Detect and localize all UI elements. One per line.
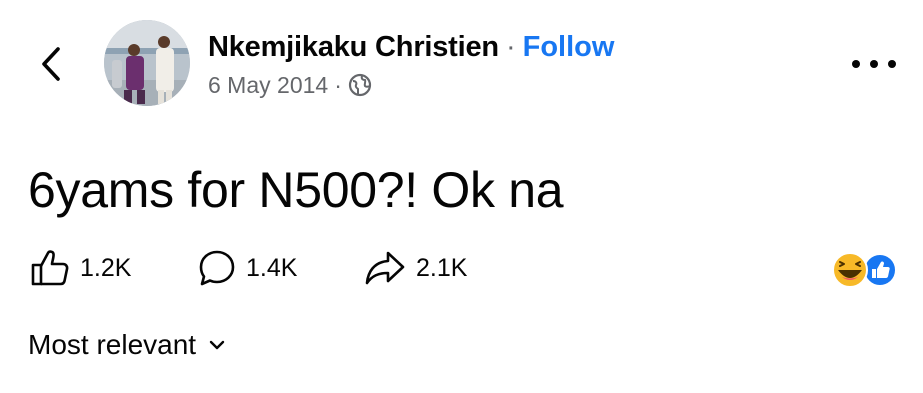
like-count: 1.2K: [80, 253, 132, 282]
avatar[interactable]: [104, 20, 190, 106]
follow-button[interactable]: Follow: [523, 31, 615, 64]
author-line: Nkemjikaku Christien · Follow: [208, 28, 614, 66]
author-name[interactable]: Nkemjikaku Christien: [208, 31, 499, 64]
more-options-button[interactable]: [852, 52, 896, 76]
back-button[interactable]: [36, 44, 66, 84]
separator-dot: ·: [505, 30, 516, 63]
more-dot: [888, 60, 896, 68]
more-dot: [852, 60, 860, 68]
sort-label: Most relevant: [28, 329, 197, 360]
avatar-photo: [104, 20, 190, 106]
comment-count: 1.4K: [246, 253, 298, 282]
thumbs-up-icon: [31, 250, 69, 286]
like-reaction-icon: [863, 253, 897, 287]
more-dot: [870, 60, 878, 68]
chevron-down-icon: [208, 339, 226, 351]
post-date[interactable]: 6 May 2014: [208, 72, 328, 99]
meta-separator-dot: ·: [334, 71, 342, 98]
haha-reaction-icon: [832, 252, 868, 288]
post-text: 6yams for N500?! Ok na: [28, 162, 564, 218]
post-meta: 6 May 2014 ·: [208, 70, 372, 100]
reactions-summary[interactable]: [830, 252, 902, 288]
comment-sort-dropdown[interactable]: Most relevant: [28, 326, 226, 364]
share-icon: [365, 251, 405, 285]
globe-icon[interactable]: [348, 73, 372, 97]
like-button[interactable]: 1.2K: [30, 248, 131, 288]
comment-button[interactable]: 1.4K: [198, 248, 297, 288]
chevron-left-icon: [42, 47, 60, 81]
share-count: 2.1K: [416, 253, 468, 282]
share-button[interactable]: 2.1K: [364, 248, 467, 288]
comment-icon: [199, 250, 235, 286]
